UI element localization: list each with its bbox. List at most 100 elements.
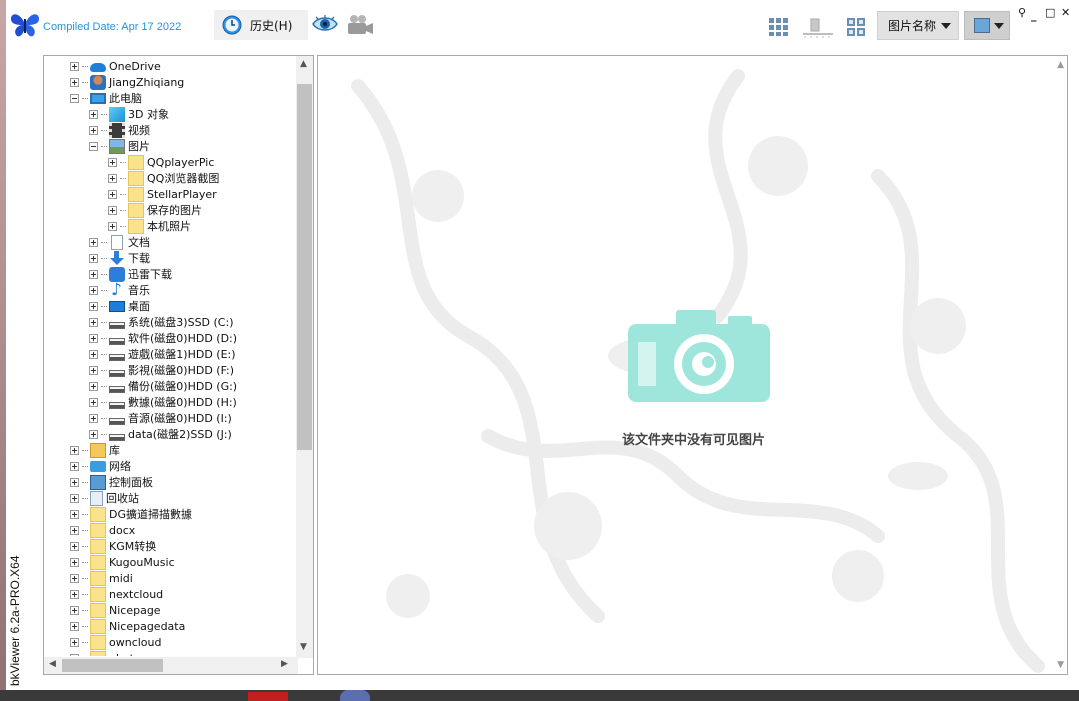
expand-icon[interactable] bbox=[89, 397, 98, 407]
tree-item[interactable]: 系统(磁盘3)SSD (C:) bbox=[89, 314, 233, 330]
expand-icon[interactable] bbox=[89, 285, 98, 295]
scroll-right-icon[interactable]: ▶ bbox=[281, 659, 288, 669]
scroll-up-icon[interactable]: ▲ bbox=[300, 59, 307, 69]
tree-item[interactable]: 遊戲(磁盤1)HDD (E:) bbox=[89, 346, 236, 362]
expand-icon[interactable] bbox=[70, 445, 79, 455]
pin-icon[interactable]: ⚲ bbox=[1018, 7, 1026, 19]
expand-icon[interactable] bbox=[70, 637, 79, 647]
scrollbar-thumb[interactable] bbox=[297, 84, 312, 450]
scroll-down-icon[interactable]: ▼ bbox=[300, 642, 307, 652]
tree-item[interactable]: 图片 bbox=[89, 138, 150, 154]
tree-item[interactable]: QQplayerPic bbox=[108, 154, 214, 170]
expand-icon[interactable] bbox=[70, 621, 79, 631]
tree-item[interactable]: 网络 bbox=[70, 458, 131, 474]
tree-item[interactable]: midi bbox=[70, 570, 133, 586]
expand-icon[interactable] bbox=[89, 365, 98, 375]
tree-item[interactable]: QQ浏览器截图 bbox=[108, 170, 219, 186]
expand-icon[interactable] bbox=[70, 557, 79, 567]
tree-item[interactable]: photo bbox=[70, 650, 141, 656]
tree-vertical-scrollbar[interactable]: ▲ ▼ bbox=[296, 56, 313, 658]
expand-icon[interactable] bbox=[70, 525, 79, 535]
tree-item[interactable]: StellarPlayer bbox=[108, 186, 217, 202]
tree-item[interactable]: 數據(磁盤0)HDD (H:) bbox=[89, 394, 237, 410]
tree-item[interactable]: 桌面 bbox=[89, 298, 150, 314]
thumbnail-size-slider-icon[interactable] bbox=[802, 17, 834, 39]
tree-item[interactable]: DG擴道掃描數據 bbox=[70, 506, 192, 522]
collapse-icon[interactable] bbox=[70, 93, 79, 103]
expand-icon[interactable] bbox=[70, 589, 79, 599]
sort-dropdown[interactable]: 图片名称 bbox=[877, 11, 959, 40]
tree-item[interactable]: 迅雷下载 bbox=[89, 266, 172, 282]
expand-icon[interactable] bbox=[108, 189, 117, 199]
expand-icon[interactable] bbox=[70, 509, 79, 519]
tree-item[interactable]: 影視(磁盤0)HDD (F:) bbox=[89, 362, 234, 378]
tree-item[interactable]: docx bbox=[70, 522, 135, 538]
expand-icon[interactable] bbox=[108, 173, 117, 183]
minimize-icon[interactable]: _ bbox=[1031, 10, 1037, 22]
tree-horizontal-scrollbar[interactable]: ◀ ▶ bbox=[44, 657, 298, 674]
tree-item[interactable]: 保存的图片 bbox=[108, 202, 202, 218]
tree-item[interactable]: KugouMusic bbox=[70, 554, 175, 570]
tree-item[interactable]: 软件(磁盘0)HDD (D:) bbox=[89, 330, 237, 346]
thumbnail-grid-large-icon[interactable] bbox=[846, 17, 866, 37]
tree-item[interactable]: 文档 bbox=[89, 234, 150, 250]
thumbnail-grid-small-icon[interactable] bbox=[768, 17, 790, 37]
expand-icon[interactable] bbox=[89, 429, 98, 439]
scroll-up-icon[interactable]: ▲ bbox=[1057, 60, 1064, 70]
tree-item[interactable]: Nicepage bbox=[70, 602, 161, 618]
video-camera-icon[interactable] bbox=[346, 14, 374, 36]
tree-item[interactable]: OneDrive bbox=[70, 58, 161, 74]
taskbar-app-red[interactable] bbox=[248, 692, 288, 701]
expand-icon[interactable] bbox=[70, 493, 79, 503]
expand-icon[interactable] bbox=[70, 461, 79, 471]
tree-item[interactable]: 音乐 bbox=[89, 280, 150, 300]
expand-icon[interactable] bbox=[89, 253, 98, 263]
taskbar-app-blue[interactable] bbox=[340, 690, 370, 701]
expand-icon[interactable] bbox=[108, 221, 117, 231]
expand-icon[interactable] bbox=[89, 301, 98, 311]
expand-icon[interactable] bbox=[108, 205, 117, 215]
expand-icon[interactable] bbox=[70, 605, 79, 615]
tree-item[interactable]: 此电脑 bbox=[70, 90, 142, 106]
tree-item[interactable]: 本机照片 bbox=[108, 218, 191, 234]
scroll-left-icon[interactable]: ◀ bbox=[49, 659, 56, 669]
tree-item[interactable]: 3D 对象 bbox=[89, 106, 169, 122]
image-view-pane[interactable]: 该文件夹中没有可见图片 ▲ ▼ bbox=[317, 55, 1068, 675]
tree-item[interactable]: 视频 bbox=[89, 122, 150, 138]
expand-icon[interactable] bbox=[89, 413, 98, 423]
expand-icon[interactable] bbox=[89, 317, 98, 327]
expand-icon[interactable] bbox=[89, 237, 98, 247]
tree-item[interactable]: 控制面板 bbox=[70, 474, 153, 490]
expand-icon[interactable] bbox=[89, 381, 98, 391]
tree-item[interactable]: 音源(磁盤0)HDD (I:) bbox=[89, 410, 232, 426]
expand-icon[interactable] bbox=[89, 349, 98, 359]
eye-icon[interactable] bbox=[312, 14, 338, 34]
expand-icon[interactable] bbox=[70, 477, 79, 487]
expand-icon[interactable] bbox=[108, 157, 117, 167]
tree-item[interactable]: nextcloud bbox=[70, 586, 163, 602]
expand-icon[interactable] bbox=[70, 61, 79, 71]
tree-item[interactable]: data(磁盤2)SSD (J:) bbox=[89, 426, 232, 442]
tree-item[interactable]: 库 bbox=[70, 442, 120, 458]
tree-item[interactable]: JiangZhiqiang bbox=[70, 74, 184, 90]
maximize-icon[interactable]: □ bbox=[1045, 7, 1055, 19]
history-button[interactable]: 历史(H) bbox=[214, 10, 308, 40]
tree-item[interactable]: KGM转换 bbox=[70, 538, 156, 554]
view-mode-dropdown[interactable] bbox=[964, 11, 1010, 40]
expand-icon[interactable] bbox=[70, 77, 79, 87]
tree-item[interactable]: 下载 bbox=[89, 250, 150, 266]
close-icon[interactable]: ✕ bbox=[1061, 7, 1070, 19]
tree-item[interactable]: 回收站 bbox=[70, 490, 139, 506]
expand-icon[interactable] bbox=[89, 109, 98, 119]
expand-icon[interactable] bbox=[89, 125, 98, 135]
expand-icon[interactable] bbox=[70, 653, 79, 656]
collapse-icon[interactable] bbox=[89, 141, 98, 151]
expand-icon[interactable] bbox=[89, 333, 98, 343]
scroll-down-icon[interactable]: ▼ bbox=[1057, 660, 1064, 670]
tree-item[interactable]: 備份(磁盤0)HDD (G:) bbox=[89, 378, 237, 394]
expand-icon[interactable] bbox=[70, 573, 79, 583]
tree-item[interactable]: Nicepagedata bbox=[70, 618, 185, 634]
expand-icon[interactable] bbox=[89, 269, 98, 279]
expand-icon[interactable] bbox=[70, 541, 79, 551]
scrollbar-thumb[interactable] bbox=[62, 659, 163, 672]
